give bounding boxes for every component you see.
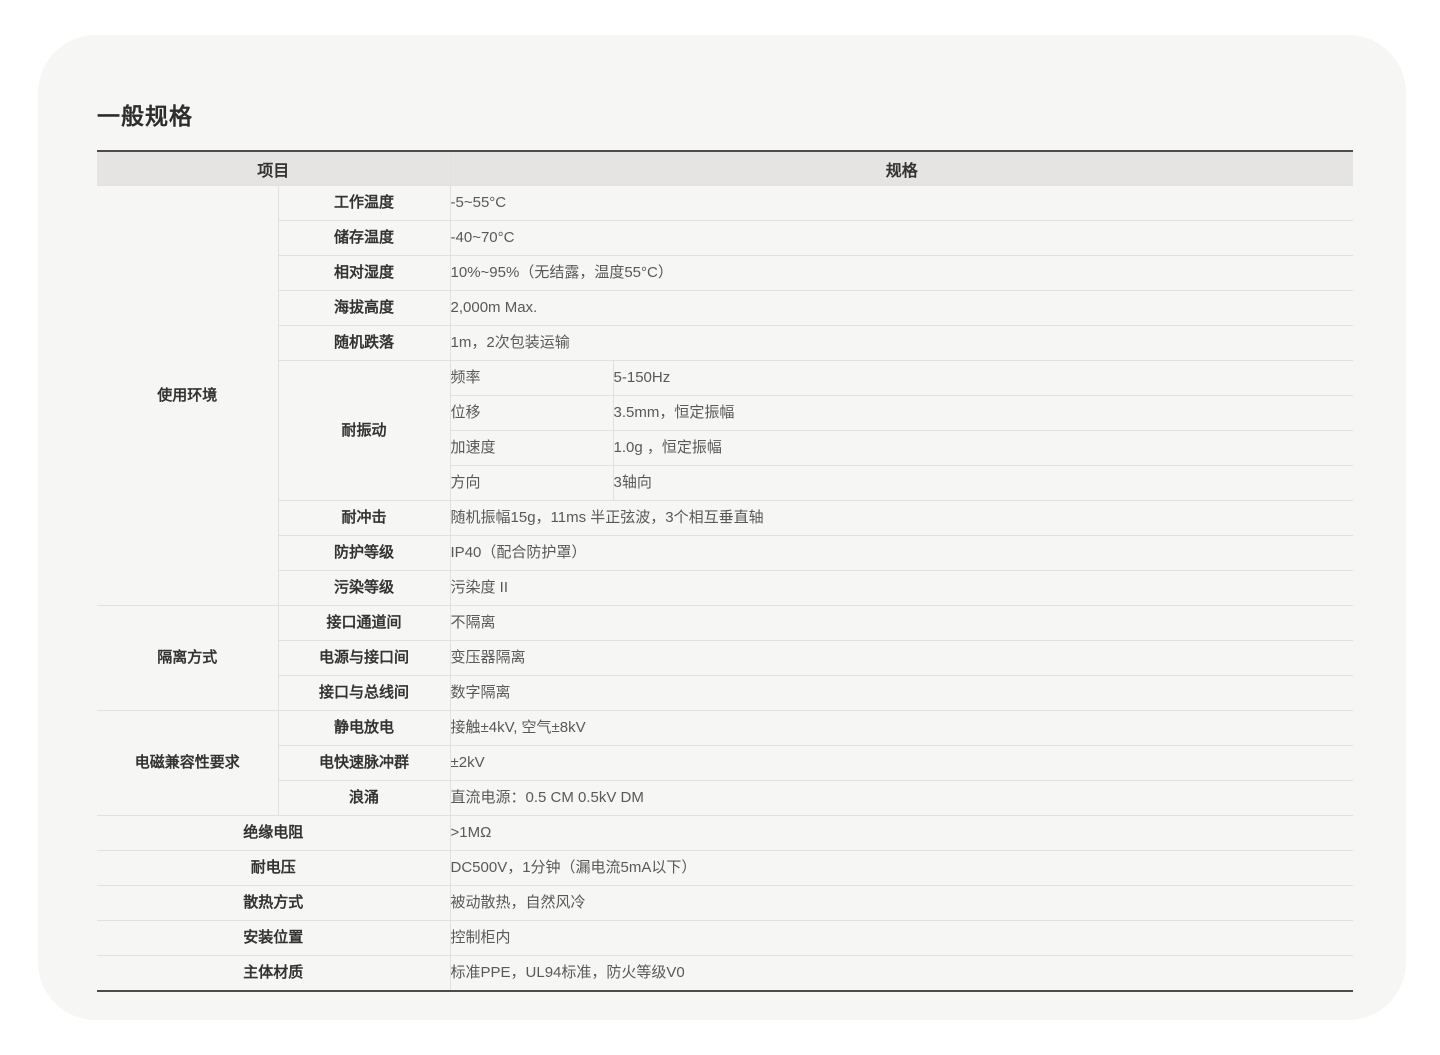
row-value: DC500V，1分钟（漏电流5mA以下）: [450, 851, 1353, 886]
table-row: 耐冲击 随机振幅15g，11ms 半正弦波，3个相互垂直轴: [97, 501, 1353, 536]
spec-table-wrap: 项目 规格 使用环境 工作温度 -5~55°C 储存温度 -40~70°C 相对…: [97, 150, 1353, 992]
row-label: 污染等级: [278, 571, 450, 606]
row-label: 防护等级: [278, 536, 450, 571]
row-label: 接口通道间: [278, 606, 450, 641]
spec-card: 一般规格 项目 规格 使用环境 工作温度 -5~55°C: [38, 35, 1406, 1020]
row-sublabel: 加速度: [450, 431, 613, 466]
row-value: 接触±4kV, 空气±8kV: [450, 711, 1353, 746]
column-header-spec: 规格: [450, 152, 1353, 186]
table-row: 耐电压 DC500V，1分钟（漏电流5mA以下）: [97, 851, 1353, 886]
row-label: 绝缘电阻: [97, 816, 450, 851]
table-row: 安装位置 控制柜内: [97, 921, 1353, 956]
table-row: 耐振动 频率 5-150Hz: [97, 361, 1353, 396]
row-label: 浪涌: [278, 781, 450, 816]
row-value: -40~70°C: [450, 221, 1353, 256]
subcategory-cell-vibration: 耐振动: [278, 361, 450, 501]
row-value: 1m，2次包装运输: [450, 326, 1353, 361]
row-value: >1MΩ: [450, 816, 1353, 851]
row-label: 相对湿度: [278, 256, 450, 291]
table-row: 使用环境 工作温度 -5~55°C: [97, 186, 1353, 221]
table-row: 绝缘电阻 >1MΩ: [97, 816, 1353, 851]
row-label: 接口与总线间: [278, 676, 450, 711]
table-row: 电快速脉冲群 ±2kV: [97, 746, 1353, 781]
header-row: 项目 规格: [97, 152, 1353, 186]
row-label: 耐电压: [97, 851, 450, 886]
row-label: 工作温度: [278, 186, 450, 221]
category-cell-emc: 电磁兼容性要求: [97, 711, 278, 816]
column-header-item: 项目: [97, 152, 450, 186]
row-value: 数字隔离: [450, 676, 1353, 711]
row-value: 10%~95%（无结露，温度55°C）: [450, 256, 1353, 291]
row-value: 3轴向: [613, 466, 1353, 501]
table-row: 随机跌落 1m，2次包装运输: [97, 326, 1353, 361]
table-row: 接口与总线间 数字隔离: [97, 676, 1353, 711]
row-label: 随机跌落: [278, 326, 450, 361]
row-label: 电快速脉冲群: [278, 746, 450, 781]
row-sublabel: 位移: [450, 396, 613, 431]
row-value: 控制柜内: [450, 921, 1353, 956]
table-row: 相对湿度 10%~95%（无结露，温度55°C）: [97, 256, 1353, 291]
row-value: 3.5mm，恒定振幅: [613, 396, 1353, 431]
table-row: 污染等级 污染度 II: [97, 571, 1353, 606]
row-value: 直流电源：0.5 CM 0.5kV DM: [450, 781, 1353, 816]
row-value: 污染度 II: [450, 571, 1353, 606]
row-label: 静电放电: [278, 711, 450, 746]
row-sublabel: 方向: [450, 466, 613, 501]
table-row: 电源与接口间 变压器隔离: [97, 641, 1353, 676]
table-row: 电磁兼容性要求 静电放电 接触±4kV, 空气±8kV: [97, 711, 1353, 746]
row-value: 2,000m Max.: [450, 291, 1353, 326]
row-value: 变压器隔离: [450, 641, 1353, 676]
table-row: 储存温度 -40~70°C: [97, 221, 1353, 256]
row-value: 标准PPE，UL94标准，防火等级V0: [450, 956, 1353, 991]
row-value: -5~55°C: [450, 186, 1353, 221]
spec-table: 项目 规格 使用环境 工作温度 -5~55°C 储存温度 -40~70°C 相对…: [97, 152, 1353, 990]
row-label: 安装位置: [97, 921, 450, 956]
table-row: 浪涌 直流电源：0.5 CM 0.5kV DM: [97, 781, 1353, 816]
row-label: 储存温度: [278, 221, 450, 256]
row-label: 耐冲击: [278, 501, 450, 536]
table-row: 主体材质 标准PPE，UL94标准，防火等级V0: [97, 956, 1353, 991]
row-label: 散热方式: [97, 886, 450, 921]
row-label: 海拔高度: [278, 291, 450, 326]
row-value: IP40（配合防护罩）: [450, 536, 1353, 571]
row-sublabel: 频率: [450, 361, 613, 396]
table-row: 隔离方式 接口通道间 不隔离: [97, 606, 1353, 641]
row-value: 不隔离: [450, 606, 1353, 641]
row-label: 电源与接口间: [278, 641, 450, 676]
page-title: 一般规格: [97, 97, 193, 131]
category-cell-isolation: 隔离方式: [97, 606, 278, 711]
table-row: 防护等级 IP40（配合防护罩）: [97, 536, 1353, 571]
row-value: ±2kV: [450, 746, 1353, 781]
row-value: 1.0g ，恒定振幅: [613, 431, 1353, 466]
row-value: 5-150Hz: [613, 361, 1353, 396]
category-cell-environment: 使用环境: [97, 186, 278, 606]
table-row: 海拔高度 2,000m Max.: [97, 291, 1353, 326]
row-value: 随机振幅15g，11ms 半正弦波，3个相互垂直轴: [450, 501, 1353, 536]
row-value: 被动散热，自然风冷: [450, 886, 1353, 921]
table-row: 散热方式 被动散热，自然风冷: [97, 886, 1353, 921]
row-label: 主体材质: [97, 956, 450, 991]
